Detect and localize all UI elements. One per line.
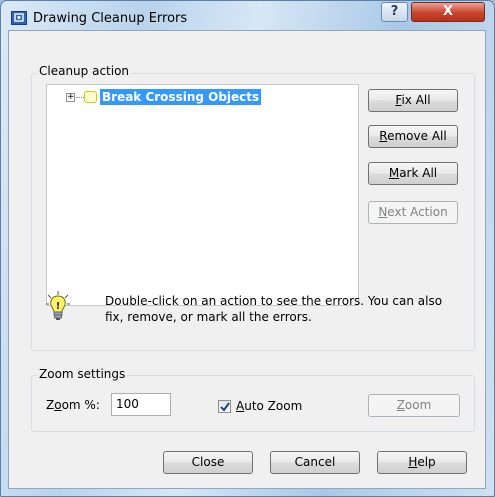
auto-zoom-accel: A — [236, 399, 245, 413]
fix-all-button[interactable]: Fix All — [368, 89, 458, 112]
zoom-settings-label: Zoom settings — [37, 367, 128, 381]
auto-zoom-label[interactable]: Auto Zoom — [236, 399, 302, 413]
window-title: Drawing Cleanup Errors — [33, 11, 188, 26]
zoom-percent-label-post: om %: — [61, 398, 100, 412]
next-action-button[interactable]: Next Action — [368, 201, 458, 224]
help-label: elp — [417, 455, 436, 469]
app-icon — [11, 11, 27, 25]
tree-connector — [76, 97, 84, 98]
zoom-percent-label-pre: Z — [46, 398, 55, 412]
help-button[interactable]: Help — [377, 451, 467, 474]
close-icon[interactable]: X — [411, 2, 485, 22]
lightbulb-icon: ! — [45, 290, 71, 322]
hint-text: Double-click on an action to see the err… — [105, 294, 443, 324]
zoom-button[interactable]: Zoom — [368, 394, 460, 417]
next-action-label: ext Action — [387, 205, 448, 219]
close-button[interactable]: Close — [163, 451, 253, 474]
tree-item-break-crossing-objects[interactable]: Break Crossing Objects — [100, 89, 262, 105]
fix-all-label: ix All — [401, 93, 431, 107]
cancel-button[interactable]: Cancel — [270, 451, 360, 474]
next-action-accel: N — [378, 205, 388, 219]
zoom-button-label: oom — [404, 398, 432, 412]
cleanup-action-label: Cleanup action — [37, 64, 132, 78]
zoom-percent-label: Zoom %: — [46, 398, 100, 412]
zoom-percent-accel: o — [54, 398, 62, 412]
mark-all-label: ark All — [399, 166, 438, 180]
mark-all-accel: M — [388, 166, 400, 180]
remove-all-label: emove All — [387, 129, 447, 143]
action-tree[interactable]: + Break Crossing Objects — [46, 84, 359, 306]
zoom-button-accel: Z — [396, 398, 405, 412]
action-item-icon — [84, 91, 97, 103]
help-accel: H — [408, 455, 418, 469]
auto-zoom-label-post: uto Zoom — [244, 399, 303, 413]
title-bar[interactable]: Drawing Cleanup Errors ? X — [1, 1, 494, 31]
help-icon[interactable]: ? — [381, 2, 408, 22]
remove-all-button[interactable]: Remove All — [368, 125, 458, 148]
expand-icon[interactable]: + — [66, 93, 75, 102]
svg-text:!: ! — [56, 301, 61, 312]
auto-zoom-checkbox[interactable] — [218, 400, 231, 413]
remove-all-accel: R — [379, 129, 388, 143]
mark-all-button[interactable]: Mark All — [368, 162, 458, 185]
zoom-percent-input[interactable]: 100 — [111, 393, 171, 416]
